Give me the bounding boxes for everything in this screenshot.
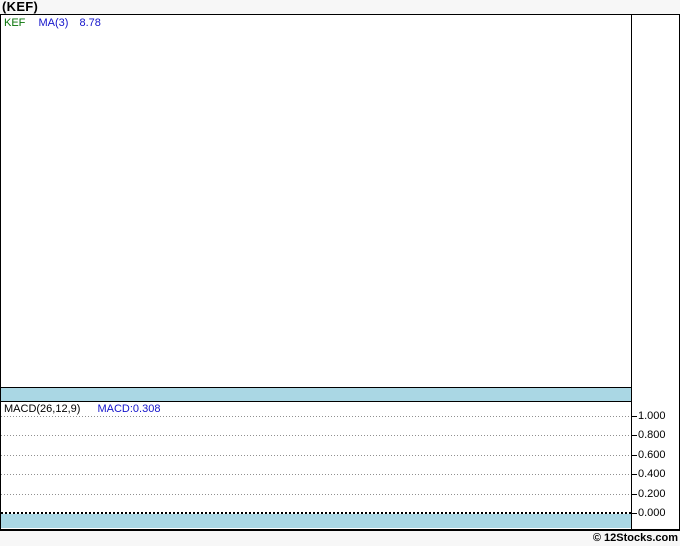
axis-tick-label: 0.800 bbox=[638, 429, 666, 442]
macd-gridline bbox=[1, 474, 631, 476]
macd-gridline bbox=[1, 435, 631, 437]
separator-band-bottom bbox=[1, 514, 631, 528]
price-panel: KEF MA(3) 8.78 bbox=[1, 15, 631, 387]
macd-axis-labels: 1.000 0.800 0.600 0.400 0.200 0.000 bbox=[632, 402, 679, 529]
macd-panel: MACD(26,12,9) MACD:0.308 bbox=[1, 402, 631, 514]
ticker-symbol-label: KEF bbox=[4, 17, 26, 29]
axis-tick-mark bbox=[632, 474, 637, 476]
axis-tick-label: 0.400 bbox=[638, 468, 666, 481]
macd-params-label: MACD(26,12,9) bbox=[4, 403, 81, 415]
axis-tick-mark bbox=[632, 513, 637, 514]
chart-frame: KEF MA(3) 8.78 MACD(26,12,9) MACD:0.308 … bbox=[0, 14, 680, 531]
macd-gridline bbox=[1, 454, 631, 456]
axis-tick-label: 0.200 bbox=[638, 487, 666, 500]
ma-indicator-value: 8.78 bbox=[79, 17, 101, 29]
stock-chart-page: (KEF) KEF MA(3) 8.78 MACD(26,12,9) MACD:… bbox=[0, 0, 680, 546]
axis-tick-mark bbox=[632, 416, 637, 417]
price-legend: KEF MA(3) 8.78 bbox=[4, 17, 109, 29]
axis-tick-mark bbox=[632, 454, 637, 456]
axis-tick-mark bbox=[632, 493, 637, 495]
page-title: (KEF) bbox=[2, 0, 39, 14]
separator-band-top bbox=[1, 388, 631, 401]
axis-tick-label: 0.600 bbox=[638, 448, 666, 461]
axis-tick-label: 0.000 bbox=[638, 507, 666, 519]
watermark-credit: © 12Stocks.com bbox=[592, 532, 678, 544]
axis-tick-label: 1.000 bbox=[638, 410, 666, 422]
macd-legend: MACD(26,12,9) MACD:0.308 bbox=[4, 403, 168, 415]
axis-tick-mark bbox=[632, 435, 637, 437]
macd-gridline bbox=[1, 493, 631, 495]
macd-value-label: MACD:0.308 bbox=[97, 403, 161, 415]
macd-gridline bbox=[1, 416, 631, 417]
chart-content: KEF MA(3) 8.78 MACD(26,12,9) MACD:0.308 … bbox=[1, 15, 679, 529]
ma-indicator-label: MA(3) bbox=[38, 17, 69, 29]
